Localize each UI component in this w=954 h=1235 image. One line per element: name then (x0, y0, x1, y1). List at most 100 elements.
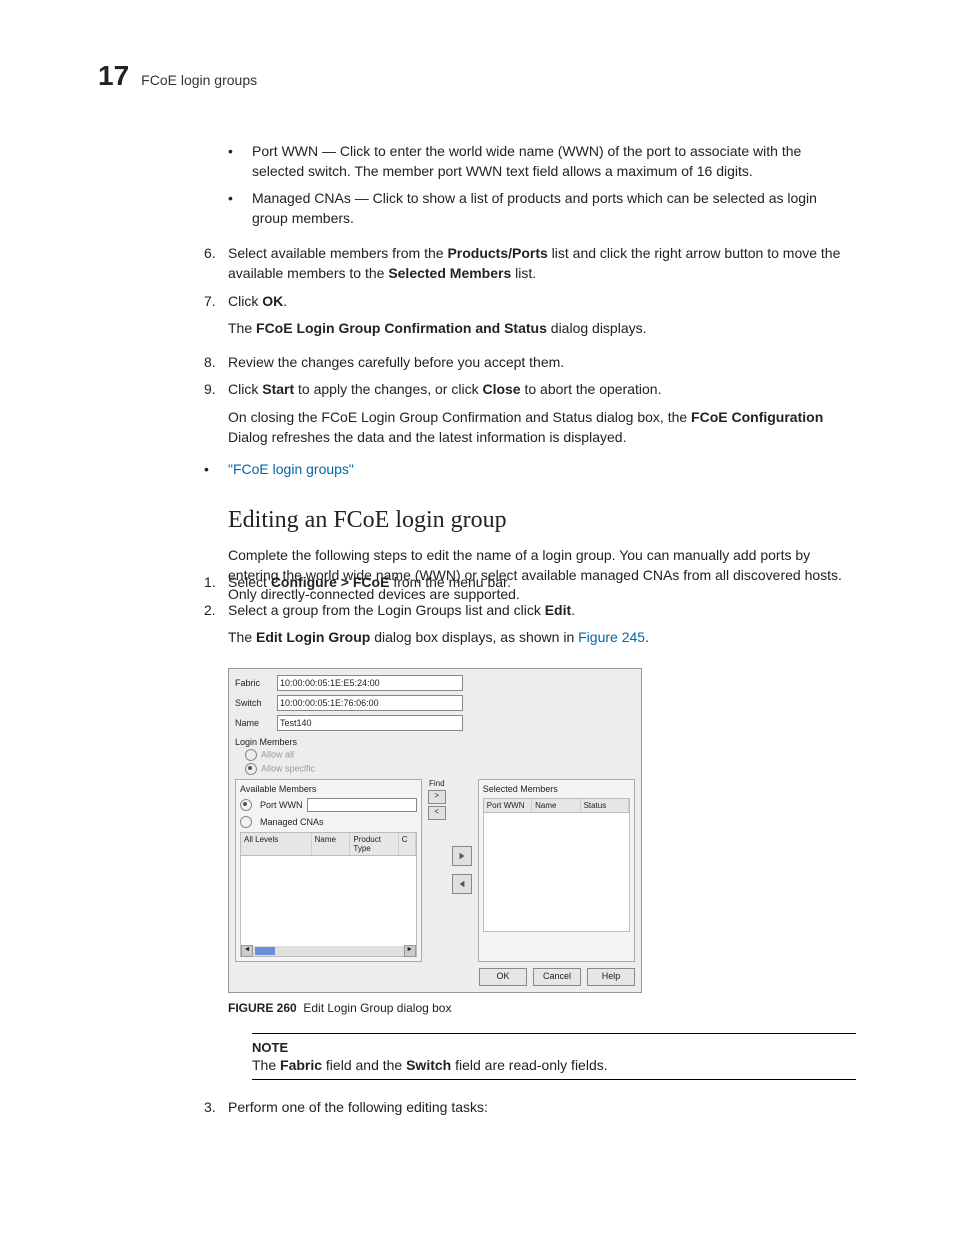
step-7-sub: The FCoE Login Group Confirmation and St… (228, 319, 856, 339)
edit-step-2: 2. Select a group from the Login Groups … (204, 601, 856, 621)
step-number: 3. (204, 1098, 228, 1118)
selected-table-body[interactable] (483, 813, 630, 932)
allow-all-row: Allow all (245, 749, 635, 761)
header-title: FCoE login groups (141, 72, 257, 88)
bullet-icon: • (228, 142, 252, 181)
name-row: Name Test140 (235, 715, 635, 731)
figure-label: FIGURE 260 (228, 1001, 297, 1015)
managed-cnas-row: Managed CNAs (240, 816, 417, 828)
scroll-right-icon[interactable]: ► (404, 945, 416, 957)
col-all-levels: All Levels (241, 833, 312, 855)
step-number: 1. (204, 573, 228, 593)
find-label: Find (428, 779, 446, 788)
edit-step-1: 1. Select Configure > FCoE from the menu… (204, 573, 856, 593)
step-text: Select available members from the Produc… (228, 244, 856, 283)
visible-second-half: 1. Select Configure > FCoE from the menu… (228, 573, 856, 1117)
note-block: NOTE The Fabric field and the Switch fie… (252, 1033, 856, 1080)
col-status: Status (581, 799, 629, 812)
figure-caption: FIGURE 260 Edit Login Group dialog box (228, 1001, 856, 1015)
col-c: C (399, 833, 416, 855)
bullet-text: Managed CNAs — Click to show a list of p… (252, 189, 856, 228)
edit-step-2-sub: The Edit Login Group dialog box displays… (228, 628, 856, 648)
radio-icon[interactable] (240, 816, 252, 828)
scroll-thumb[interactable] (255, 947, 275, 955)
page-header: 17 FCoE login groups (98, 60, 856, 92)
see-also-bullet: • "FCoE login groups" (98, 461, 856, 477)
help-button[interactable]: Help (587, 968, 635, 986)
figure-text: Edit Login Group dialog box (303, 1001, 451, 1015)
step-7: 7. Click OK. (204, 292, 856, 312)
port-wwn-input[interactable] (307, 798, 417, 812)
ok-button[interactable]: OK (479, 968, 527, 986)
radio-icon[interactable] (240, 799, 252, 811)
find-next-button[interactable]: > (428, 790, 446, 804)
step-9: 9. Click Start to apply the changes, or … (204, 380, 856, 400)
name-label: Name (235, 718, 271, 728)
transfer-arrows (452, 779, 472, 962)
login-members-label: Login Members (235, 737, 635, 747)
link-fcoe-login-groups[interactable]: "FCoE login groups" (228, 461, 354, 477)
step-number: 8. (204, 353, 228, 373)
step-8: 8. Review the changes carefully before y… (204, 353, 856, 373)
managed-cnas-label: Managed CNAs (260, 817, 324, 827)
bullet-text: Port WWN — Click to enter the world wide… (252, 142, 856, 181)
step-text: Click OK. (228, 292, 856, 312)
col-name: Name (312, 833, 351, 855)
edit-login-group-dialog: Fabric 10:00:00:05:1E:E5:24:00 Switch 10… (228, 668, 642, 993)
allow-specific-row: Allow specific (245, 763, 635, 775)
step-9-sub: On closing the FCoE Login Group Confirma… (228, 408, 856, 447)
available-members-pane: Available Members Port WWN Managed CNAs … (235, 779, 422, 962)
step-text: Select a group from the Login Groups lis… (228, 601, 856, 621)
link-figure-245[interactable]: Figure 245 (578, 629, 645, 645)
allow-specific-label: Allow specific (261, 763, 315, 773)
step-number: 9. (204, 380, 228, 400)
chapter-number: 17 (98, 60, 129, 92)
radio-icon[interactable] (245, 763, 257, 775)
note-text: The Fabric field and the Switch field ar… (252, 1057, 856, 1073)
content-area: • Port WWN — Click to enter the world wi… (228, 142, 856, 605)
switch-row: Switch 10:00:00:05:1E:76:06:00 (235, 695, 635, 711)
bullet-item: • Port WWN — Click to enter the world wi… (228, 142, 856, 181)
step-text: Review the changes carefully before you … (228, 353, 856, 373)
fabric-label: Fabric (235, 678, 271, 688)
dialog-footer: OK Cancel Help (235, 968, 635, 986)
step-text: Click Start to apply the changes, or cli… (228, 380, 856, 400)
available-table-body[interactable]: ◄ ► (240, 856, 417, 957)
panes: Available Members Port WWN Managed CNAs … (235, 779, 635, 962)
col-name2: Name (532, 799, 580, 812)
bullet-icon: • (228, 189, 252, 228)
col-port-wwn: Port WWN (484, 799, 532, 812)
find-col: Find > < (428, 779, 446, 962)
available-table-head: All Levels Name Product Type C (240, 832, 417, 856)
step-number: 7. (204, 292, 228, 312)
horizontal-scrollbar[interactable]: ◄ ► (241, 946, 416, 956)
switch-field: 10:00:00:05:1E:76:06:00 (277, 695, 463, 711)
scroll-left-icon[interactable]: ◄ (241, 945, 253, 957)
port-wwn-row: Port WWN (240, 798, 417, 812)
col-product-type: Product Type (350, 833, 398, 855)
remove-button[interactable] (452, 874, 472, 894)
find-prev-button[interactable]: < (428, 806, 446, 820)
selected-members-title: Selected Members (483, 784, 630, 794)
edit-step-3: 3. Perform one of the following editing … (204, 1098, 856, 1118)
fabric-field: 10:00:00:05:1E:E5:24:00 (277, 675, 463, 691)
cancel-button[interactable]: Cancel (533, 968, 581, 986)
figure-260: Fabric 10:00:00:05:1E:E5:24:00 Switch 10… (228, 668, 856, 1015)
fabric-row: Fabric 10:00:00:05:1E:E5:24:00 (235, 675, 635, 691)
page: 17 FCoE login groups • Port WWN — Click … (0, 0, 954, 1235)
bullet-icon: • (204, 461, 228, 477)
selected-members-pane: Selected Members Port WWN Name Status (478, 779, 635, 962)
bullet-item: • Managed CNAs — Click to show a list of… (228, 189, 856, 228)
switch-label: Switch (235, 698, 271, 708)
note-title: NOTE (252, 1040, 856, 1055)
section-heading: Editing an FCoE login group (98, 507, 856, 534)
step-text: Select Configure > FCoE from the menu ba… (228, 573, 856, 593)
step-6: 6. Select available members from the Pro… (204, 244, 856, 283)
radio-icon[interactable] (245, 749, 257, 761)
allow-all-label: Allow all (261, 749, 294, 759)
port-wwn-label: Port WWN (260, 800, 303, 810)
available-members-title: Available Members (240, 784, 417, 794)
name-input[interactable]: Test140 (277, 715, 463, 731)
add-button[interactable] (452, 846, 472, 866)
selected-table-head: Port WWN Name Status (483, 798, 630, 813)
